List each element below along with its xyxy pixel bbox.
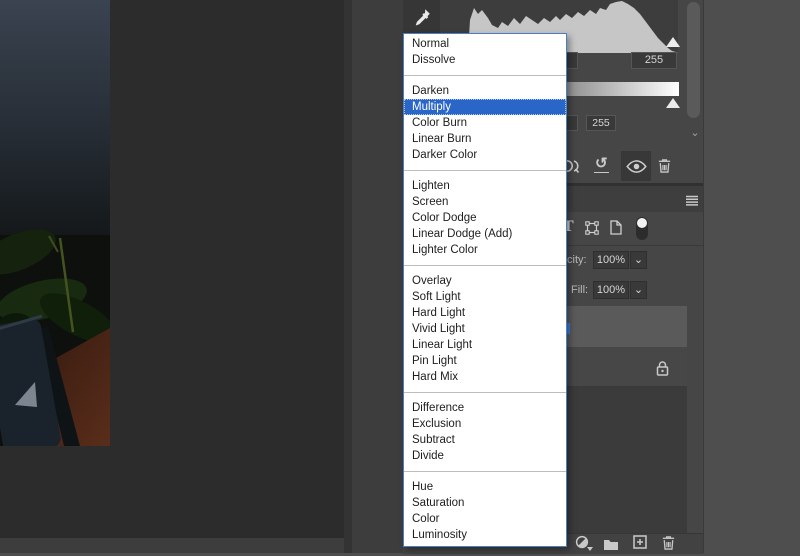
blend-option-hue[interactable]: Hue xyxy=(404,479,566,495)
output-white-field[interactable]: 255 xyxy=(586,115,616,131)
blend-option-luminosity[interactable]: Luminosity xyxy=(404,527,566,543)
fill-value[interactable]: 100% xyxy=(593,281,629,299)
menu-separator xyxy=(404,464,566,479)
new-adjustment-layer-icon[interactable] xyxy=(575,535,589,554)
photo-image xyxy=(0,0,110,446)
document-status-strip xyxy=(0,538,352,553)
blend-option-overlay[interactable]: Overlay xyxy=(404,273,566,289)
blend-option-exclusion[interactable]: Exclusion xyxy=(404,416,566,432)
input-white-slider[interactable] xyxy=(666,37,680,47)
new-group-icon[interactable] xyxy=(603,537,619,555)
blend-option-multiply[interactable]: Multiply xyxy=(404,99,566,115)
input-white-field[interactable]: 255 xyxy=(631,52,677,69)
opacity-value[interactable]: 100% xyxy=(593,251,629,269)
blend-option-color-dodge[interactable]: Color Dodge xyxy=(404,210,566,226)
blend-option-linear-light[interactable]: Linear Light xyxy=(404,337,566,353)
eyedropper-icon xyxy=(415,8,430,26)
blend-option-color[interactable]: Color xyxy=(404,511,566,527)
dock-edge-divider xyxy=(344,0,352,553)
delete-adjustment-icon[interactable] xyxy=(657,157,672,179)
properties-scrollbar[interactable] xyxy=(687,2,700,118)
eyedropper-button[interactable] xyxy=(403,0,440,33)
blend-option-lighten[interactable]: Lighten xyxy=(404,178,566,194)
menu-separator xyxy=(404,68,566,83)
lock-icon xyxy=(655,359,670,382)
blend-option-hard-mix[interactable]: Hard Mix xyxy=(404,369,566,385)
toggle-knob-icon xyxy=(637,218,647,228)
new-layer-icon[interactable] xyxy=(633,535,647,554)
blend-option-color-burn[interactable]: Color Burn xyxy=(404,115,566,131)
photo-illustration xyxy=(0,0,110,446)
adjustment-caret-icon xyxy=(587,547,593,551)
blend-option-saturation[interactable]: Saturation xyxy=(404,495,566,511)
reset-adjustment-icon[interactable]: ↺ xyxy=(594,155,609,173)
blend-option-lighter-color[interactable]: Lighter Color xyxy=(404,242,566,258)
layer-name-fragment xyxy=(567,323,570,334)
filter-shape-layers-icon[interactable] xyxy=(585,221,599,240)
blend-option-darker-color[interactable]: Darker Color xyxy=(404,147,566,163)
output-white-slider[interactable] xyxy=(666,98,680,108)
menu-separator xyxy=(404,258,566,273)
blend-option-screen[interactable]: Screen xyxy=(404,194,566,210)
blend-option-soft-light[interactable]: Soft Light xyxy=(404,289,566,305)
filter-smart-objects-icon[interactable] xyxy=(610,220,622,240)
panel-dock-gap xyxy=(352,0,403,553)
blend-option-linear-burn[interactable]: Linear Burn xyxy=(404,131,566,147)
input-gamma-field[interactable] xyxy=(567,52,578,69)
eye-icon[interactable] xyxy=(626,160,647,178)
output-black-field[interactable] xyxy=(567,115,578,131)
opacity-label: city: xyxy=(567,254,587,266)
blend-option-hard-light[interactable]: Hard Light xyxy=(404,305,566,321)
scroll-down-icon[interactable]: ⌄ xyxy=(688,128,702,139)
fill-label: Fill: xyxy=(571,284,589,296)
opacity-chevron-icon[interactable]: ⌄ xyxy=(630,251,647,269)
output-levels-gradient[interactable] xyxy=(567,82,679,96)
menu-separator xyxy=(404,385,566,400)
blend-option-subtract[interactable]: Subtract xyxy=(404,432,566,448)
blend-option-divide[interactable]: Divide xyxy=(404,448,566,464)
panel-menu-icon[interactable] xyxy=(686,193,698,211)
blend-option-normal[interactable]: Normal xyxy=(404,36,566,52)
blend-mode-dropdown: Normal Dissolve Darken Multiply Color Bu… xyxy=(403,33,567,547)
blend-option-pin-light[interactable]: Pin Light xyxy=(404,353,566,369)
blend-option-linear-dodge[interactable]: Linear Dodge (Add) xyxy=(404,226,566,242)
blend-option-dissolve[interactable]: Dissolve xyxy=(404,52,566,68)
blend-option-difference[interactable]: Difference xyxy=(404,400,566,416)
blend-option-vivid-light[interactable]: Vivid Light xyxy=(404,321,566,337)
layer-filtering-toggle[interactable] xyxy=(636,217,648,240)
fill-chevron-icon[interactable]: ⌄ xyxy=(630,281,647,299)
document-canvas[interactable] xyxy=(0,0,352,553)
blend-option-darken[interactable]: Darken xyxy=(404,83,566,99)
menu-separator xyxy=(404,163,566,178)
